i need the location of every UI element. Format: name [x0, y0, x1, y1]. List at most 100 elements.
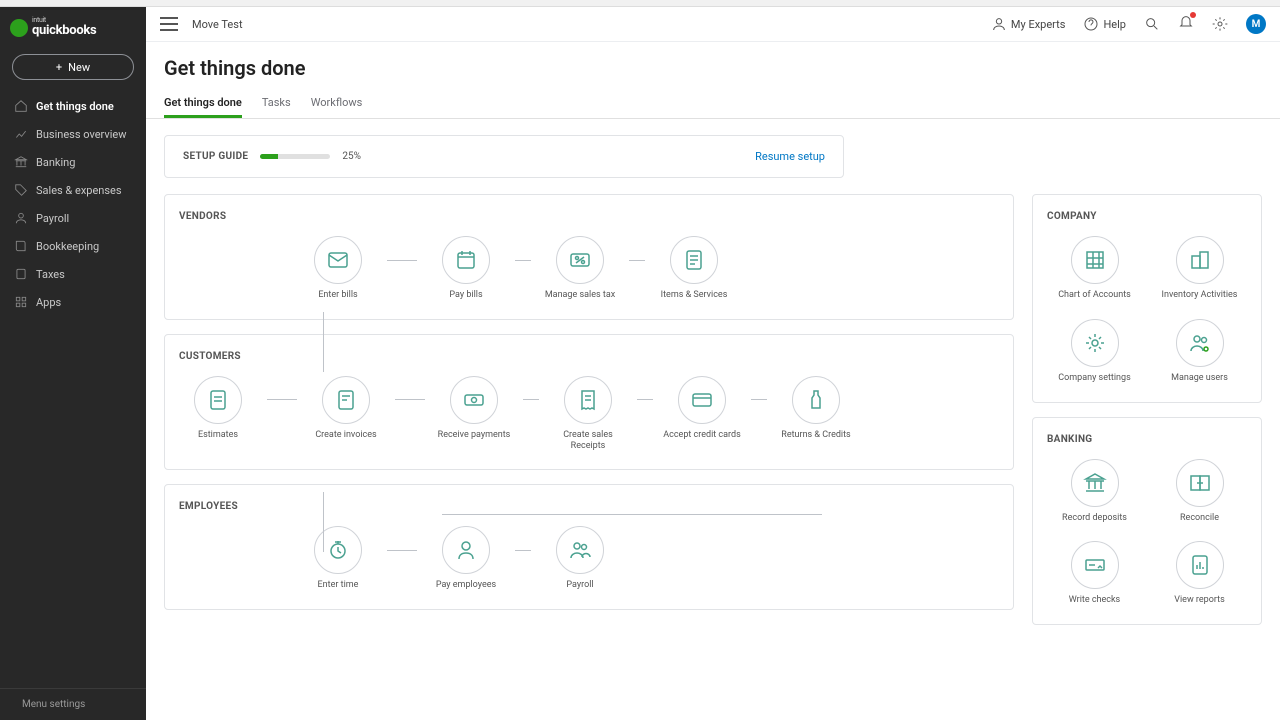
enter-bills-button[interactable]: Enter bills [299, 236, 377, 301]
chart-of-accounts-button[interactable]: Chart of Accounts [1047, 236, 1142, 301]
tax-icon [14, 267, 28, 281]
sidebar-item-label: Taxes [36, 268, 65, 281]
company-settings-button[interactable]: Company settings [1047, 319, 1142, 384]
wf-label: Accept credit cards [663, 430, 740, 441]
person-icon [454, 538, 478, 562]
wf-label: Manage sales tax [545, 290, 615, 301]
customers-card: CUSTOMERS Estimates Create invoices Rec [164, 334, 1014, 471]
receipt-icon [576, 388, 600, 412]
returns-credits-button[interactable]: Returns & Credits [777, 376, 855, 441]
search-icon[interactable] [1144, 16, 1160, 32]
card-icon [690, 388, 714, 412]
wf-label: Inventory Activities [1162, 290, 1238, 301]
gear-icon [1083, 331, 1107, 355]
record-deposits-button[interactable]: Record deposits [1047, 459, 1142, 524]
clock-icon [326, 538, 350, 562]
employees-card: EMPLOYEES Enter time Pay employees Payr [164, 484, 1014, 610]
help-button[interactable]: Help [1083, 16, 1126, 32]
my-experts-button[interactable]: My Experts [991, 16, 1066, 32]
estimate-icon [206, 388, 230, 412]
tabs: Get things done Tasks Workflows [146, 90, 1280, 119]
menu-settings-label: Menu settings [22, 699, 85, 710]
new-label: New [68, 61, 90, 74]
logo-icon [10, 19, 28, 37]
notification-badge [1190, 12, 1196, 18]
connector [442, 514, 822, 515]
enter-time-button[interactable]: Enter time [299, 526, 377, 591]
page-title: Get things done [164, 56, 1262, 80]
pay-bills-button[interactable]: Pay bills [427, 236, 505, 301]
hamburger-icon[interactable] [160, 17, 178, 31]
wf-label: Enter time [318, 580, 359, 591]
setup-percent: 25% [342, 151, 361, 162]
notifications-button[interactable] [1178, 14, 1194, 34]
inventory-activities-button[interactable]: Inventory Activities [1152, 236, 1247, 301]
inventory-icon [1188, 248, 1212, 272]
plus-icon: + [56, 61, 62, 74]
invoice-icon [334, 388, 358, 412]
sidebar-item-sales-expenses[interactable]: Sales & expenses [0, 176, 146, 204]
sidebar-item-label: Business overview [36, 128, 126, 141]
accept-credit-cards-button[interactable]: Accept credit cards [663, 376, 741, 441]
reconcile-button[interactable]: Reconcile [1152, 459, 1247, 524]
book-icon [14, 239, 28, 253]
sidebar-item-payroll[interactable]: Payroll [0, 204, 146, 232]
write-checks-button[interactable]: Write checks [1047, 541, 1142, 606]
sidebar-item-apps[interactable]: Apps [0, 288, 146, 316]
estimates-button[interactable]: Estimates [179, 376, 257, 441]
tab-tasks[interactable]: Tasks [262, 90, 291, 118]
avatar[interactable]: M [1246, 14, 1266, 34]
apps-icon [14, 295, 28, 309]
vendors-card: VENDORS Enter bills Pay bills Manage sa [164, 194, 1014, 320]
card-title: VENDORS [179, 211, 999, 222]
tag-icon [14, 183, 28, 197]
new-button[interactable]: + New [12, 54, 134, 80]
sidebar-item-bookkeeping[interactable]: Bookkeeping [0, 232, 146, 260]
wf-label: Manage users [1171, 373, 1228, 384]
topbar: Move Test My Experts Help M [146, 7, 1280, 42]
reconcile-icon [1188, 471, 1212, 495]
bank-icon [1083, 471, 1107, 495]
settings-icon[interactable] [1212, 16, 1228, 32]
wf-label: Create sales Receipts [549, 430, 627, 452]
menu-settings[interactable]: Menu settings [0, 688, 146, 720]
sidebar-item-taxes[interactable]: Taxes [0, 260, 146, 288]
wf-label: Create invoices [315, 430, 376, 441]
connector [323, 492, 324, 552]
brand-name: quickbooks [32, 23, 96, 38]
my-experts-label: My Experts [1011, 18, 1066, 31]
logo[interactable]: intuit quickbooks [0, 7, 146, 44]
view-reports-button[interactable]: View reports [1152, 541, 1247, 606]
wf-label: View reports [1174, 595, 1224, 606]
wf-label: Estimates [198, 430, 238, 441]
setup-label: SETUP GUIDE [183, 151, 248, 162]
resume-setup-link[interactable]: Resume setup [755, 150, 825, 163]
sidebar-item-label: Apps [36, 296, 61, 309]
tab-get-things-done[interactable]: Get things done [164, 90, 242, 118]
wf-label: Items & Services [661, 290, 728, 301]
sidebar-item-get-things-done[interactable]: Get things done [0, 92, 146, 120]
create-sales-receipts-button[interactable]: Create sales Receipts [549, 376, 627, 452]
home-icon [14, 99, 28, 113]
wf-label: Pay employees [436, 580, 496, 591]
sidebar-item-banking[interactable]: Banking [0, 148, 146, 176]
receive-payments-button[interactable]: Receive payments [435, 376, 513, 441]
manage-sales-tax-button[interactable]: Manage sales tax [541, 236, 619, 301]
sidebar-item-business-overview[interactable]: Business overview [0, 120, 146, 148]
wf-label: Company settings [1058, 373, 1130, 384]
items-services-button[interactable]: Items & Services [655, 236, 733, 301]
logo-text: intuit quickbooks [32, 17, 96, 38]
sidebar-item-label: Sales & expenses [36, 184, 122, 197]
setup-progress [260, 154, 330, 159]
manage-users-button[interactable]: Manage users [1152, 319, 1247, 384]
pay-employees-button[interactable]: Pay employees [427, 526, 505, 591]
card-title: CUSTOMERS [179, 351, 999, 362]
grid-icon [1083, 248, 1107, 272]
payroll-button[interactable]: Payroll [541, 526, 619, 591]
bank-icon [14, 155, 28, 169]
sidebar: intuit quickbooks + New Get things done … [0, 7, 146, 720]
tab-workflows[interactable]: Workflows [311, 90, 363, 118]
create-invoices-button[interactable]: Create invoices [307, 376, 385, 441]
wf-label: Returns & Credits [781, 430, 850, 441]
main: Get things done Get things done Tasks Wo… [146, 42, 1280, 720]
